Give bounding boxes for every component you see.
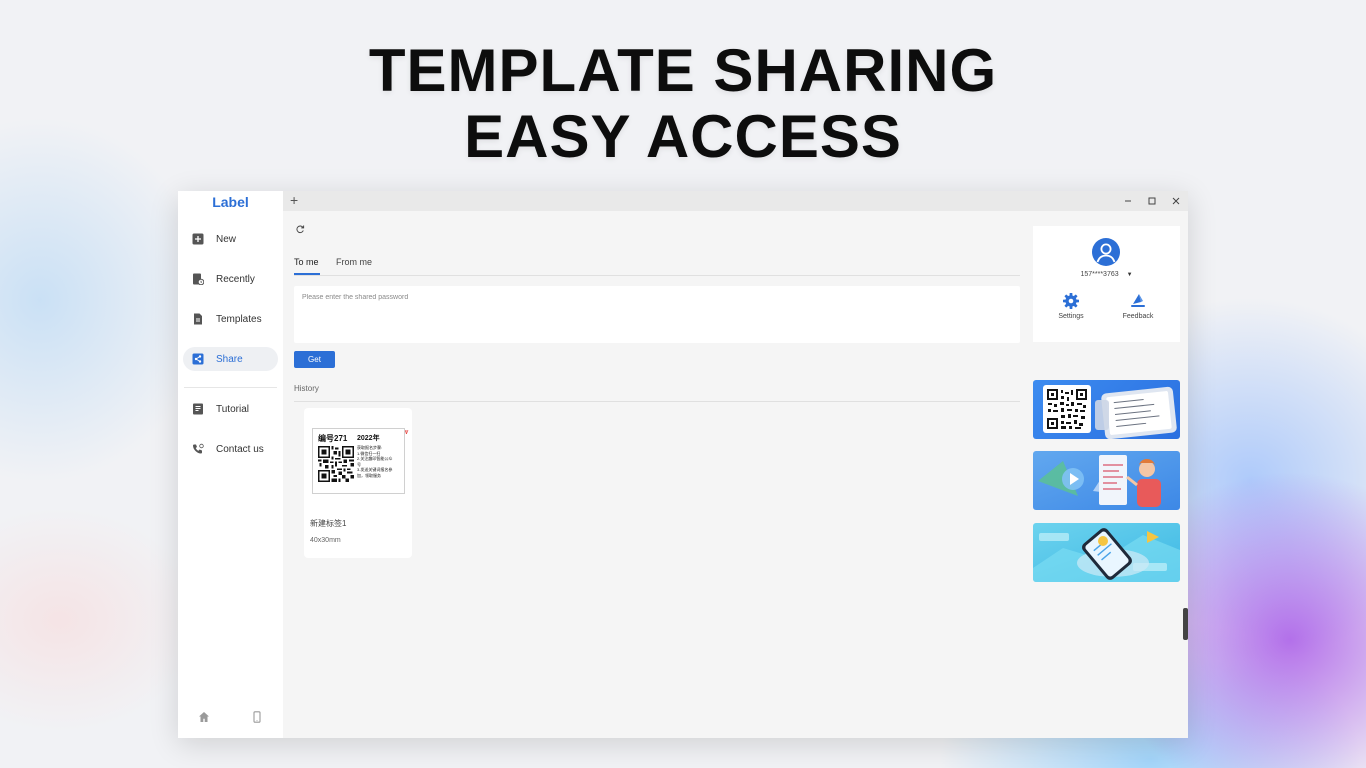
feedback-label: Feedback: [1122, 313, 1154, 320]
banner-illustration: [1038, 455, 1161, 507]
qr-code-icon: [318, 446, 354, 482]
sidebar-item-contact[interactable]: Contact us: [183, 437, 278, 461]
sidebar-item-new[interactable]: New: [183, 227, 278, 251]
label-preview: 编号271 2022年 获取报名步骤: 1.微信扫一扫 2.关注趣印智能公众 号…: [312, 428, 405, 494]
video-tutorial-banner[interactable]: [1033, 451, 1180, 510]
settings-button[interactable]: Settings: [1046, 292, 1096, 320]
mobile-app-banner[interactable]: [1033, 523, 1180, 582]
tab-to-me[interactable]: To me: [294, 257, 319, 267]
mobile-device-icon[interactable]: [250, 710, 264, 724]
avatar[interactable]: [1092, 238, 1120, 266]
minimize-icon[interactable]: [1121, 194, 1135, 208]
banner-illustration: [1033, 528, 1180, 582]
label-preview-number: 编号271: [318, 434, 348, 443]
template-doc-icon: [192, 313, 204, 325]
sidebar-item-share[interactable]: Share: [183, 347, 278, 371]
refresh-icon[interactable]: [293, 222, 307, 236]
account-switcher[interactable]: 157****3763 ▼: [1033, 271, 1180, 278]
tabs-divider: [294, 275, 1020, 276]
phone-number: 157****3763: [1080, 271, 1119, 278]
tab-from-me[interactable]: From me: [336, 257, 372, 267]
user-icon: [1096, 243, 1116, 263]
history-divider: [294, 401, 1020, 402]
app-window: Label New Recently Templates Share Tutor…: [178, 191, 1188, 738]
user-panel: 157****3763 ▼ Settings Feedback: [1033, 226, 1180, 342]
sidebar-item-templates[interactable]: Templates: [183, 307, 278, 331]
label-preview-text: 获取报名步骤: 1.微信扫一扫 2.关注趣印智能公众 号 3.发送关键词报名参 …: [357, 445, 404, 478]
get-button[interactable]: Get: [294, 351, 335, 368]
feedback-button[interactable]: Feedback: [1113, 292, 1163, 320]
maximize-icon[interactable]: [1145, 194, 1159, 208]
qr-code-tablet-banner[interactable]: [1033, 380, 1180, 439]
sidebar-item-recently[interactable]: Recently: [183, 267, 278, 291]
feedback-icon: [1129, 292, 1147, 310]
template-name: 新建标签1: [310, 519, 347, 528]
chevron-down-icon: ▼: [1126, 272, 1133, 278]
sidebar-item-label: Share: [216, 353, 243, 365]
shared-password-input[interactable]: [294, 288, 1020, 307]
headline-line-1: TEMPLATE SHARING: [368, 37, 998, 104]
new-tab-button[interactable]: +: [290, 193, 298, 207]
scrollbar-handle[interactable]: [1183, 608, 1188, 640]
sidebar-item-label: New: [216, 233, 237, 245]
headline: TEMPLATE SHARING EASY ACCESS: [0, 38, 1366, 170]
sidebar-item-tutorial[interactable]: Tutorial: [183, 397, 278, 421]
recent-doc-icon: [192, 273, 204, 285]
share-icon: [192, 353, 204, 365]
settings-label: Settings: [1058, 313, 1084, 320]
headline-line-2: EASY ACCESS: [464, 103, 902, 170]
book-icon: [192, 403, 204, 415]
phone-icon: [192, 443, 204, 455]
app-logo: Label: [212, 194, 249, 210]
sidebar-item-label: Tutorial: [216, 403, 249, 415]
history-label: History: [294, 384, 319, 393]
sidebar-divider: [184, 387, 277, 388]
plus-square-icon: [192, 233, 204, 245]
close-icon[interactable]: [1169, 194, 1183, 208]
label-preview-line: 加，领取服务: [357, 472, 381, 478]
history-template-card[interactable]: NEW 编号271 2022年 获取报名步骤: 1.微信扫一扫 2.关注趣印智能…: [304, 408, 412, 558]
gear-icon: [1062, 292, 1080, 310]
title-bar: +: [283, 191, 1188, 211]
banner-illustration: [1043, 385, 1177, 439]
label-preview-year: 2022年: [357, 435, 380, 442]
sidebar-item-label: Contact us: [216, 443, 264, 455]
template-size: 40x30mm: [310, 537, 341, 544]
sidebar: Label New Recently Templates Share Tutor…: [178, 191, 283, 738]
shared-password-box: [294, 286, 1020, 343]
home-icon[interactable]: [197, 710, 211, 724]
sidebar-item-label: Templates: [216, 313, 262, 325]
sidebar-item-label: Recently: [216, 273, 255, 285]
